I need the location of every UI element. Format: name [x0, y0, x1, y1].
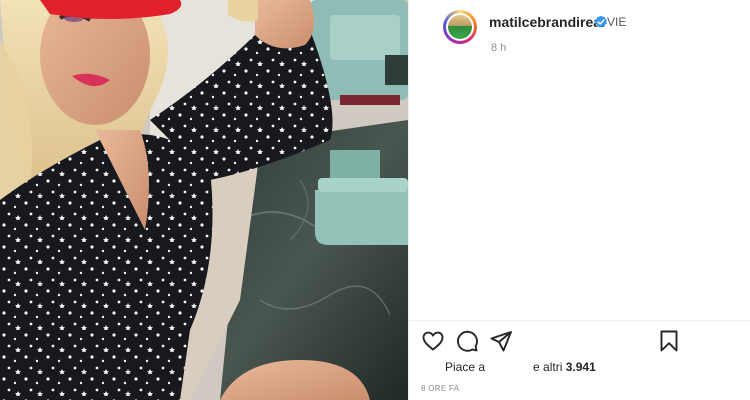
likes-count[interactable]: 3.941: [566, 360, 596, 374]
heart-icon[interactable]: [421, 329, 445, 353]
avatar[interactable]: [443, 10, 477, 44]
post-time-short: 8 h: [491, 42, 507, 54]
avatar-image: [448, 15, 472, 39]
verified-badge-icon: [594, 15, 608, 29]
username-link[interactable]: matilcebrandireal: [489, 14, 605, 30]
comment-bubble-icon[interactable]: [455, 329, 479, 353]
action-bar: [409, 320, 750, 365]
likes-suffix[interactable]: e altri: [533, 360, 562, 374]
likes-prefix: Piace a: [445, 360, 486, 374]
likes-summary: Piace a e altri 3.941: [445, 360, 596, 374]
post-header: matilcebrandireal VIE 8 h: [409, 0, 750, 60]
post-info-panel: matilcebrandireal VIE 8 h Piace a e altr…: [408, 0, 750, 400]
avatar-ring-inner: [446, 13, 474, 41]
bookmark-icon[interactable]: [657, 329, 681, 353]
post-time-long[interactable]: 8 ORE FA: [421, 384, 459, 393]
paper-plane-icon[interactable]: [489, 329, 513, 353]
location-label[interactable]: VIE: [607, 15, 626, 29]
post-photo[interactable]: [0, 0, 408, 400]
